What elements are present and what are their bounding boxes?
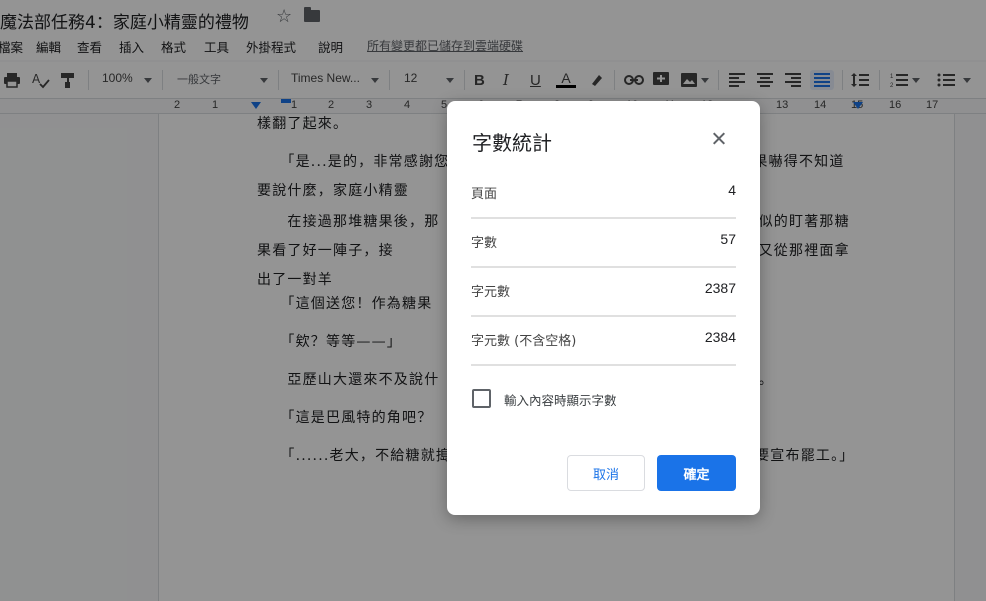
docs-app: 魔法部任務4：家庭小精靈的禮物 ☆ 檔案 編輯 查看 插入 格式 工具 外掛程式…	[0, 0, 986, 601]
stat-label: 頁面	[471, 187, 498, 202]
ok-button[interactable]: 確定	[657, 455, 736, 491]
cancel-button[interactable]: 取消	[567, 455, 645, 491]
show-word-count-label[interactable]: 輸入內容時顯示字數	[504, 390, 617, 409]
stat-row-characters: 字元數 2387	[471, 267, 736, 317]
stat-value: 57	[720, 231, 736, 247]
show-word-count-checkbox[interactable]	[472, 389, 491, 408]
close-icon[interactable]	[709, 129, 729, 149]
word-count-dialog: 字數統計 頁面 4 字數 57 字元數 2387 字元數 (不含空格) 2384…	[447, 101, 760, 515]
stat-value: 2387	[704, 280, 736, 296]
dialog-title: 字數統計	[472, 131, 552, 155]
stat-value: 2384	[704, 329, 736, 345]
stat-row-characters-no-spaces: 字元數 (不含空格) 2384	[471, 316, 736, 366]
stat-label: 字元數	[471, 285, 511, 300]
stat-label: 字元數 (不含空格)	[471, 334, 577, 349]
stat-label: 字數	[471, 236, 498, 251]
stat-row-words: 字數 57	[471, 218, 736, 268]
stat-row-pages: 頁面 4	[471, 169, 736, 219]
stat-value: 4	[728, 182, 736, 198]
